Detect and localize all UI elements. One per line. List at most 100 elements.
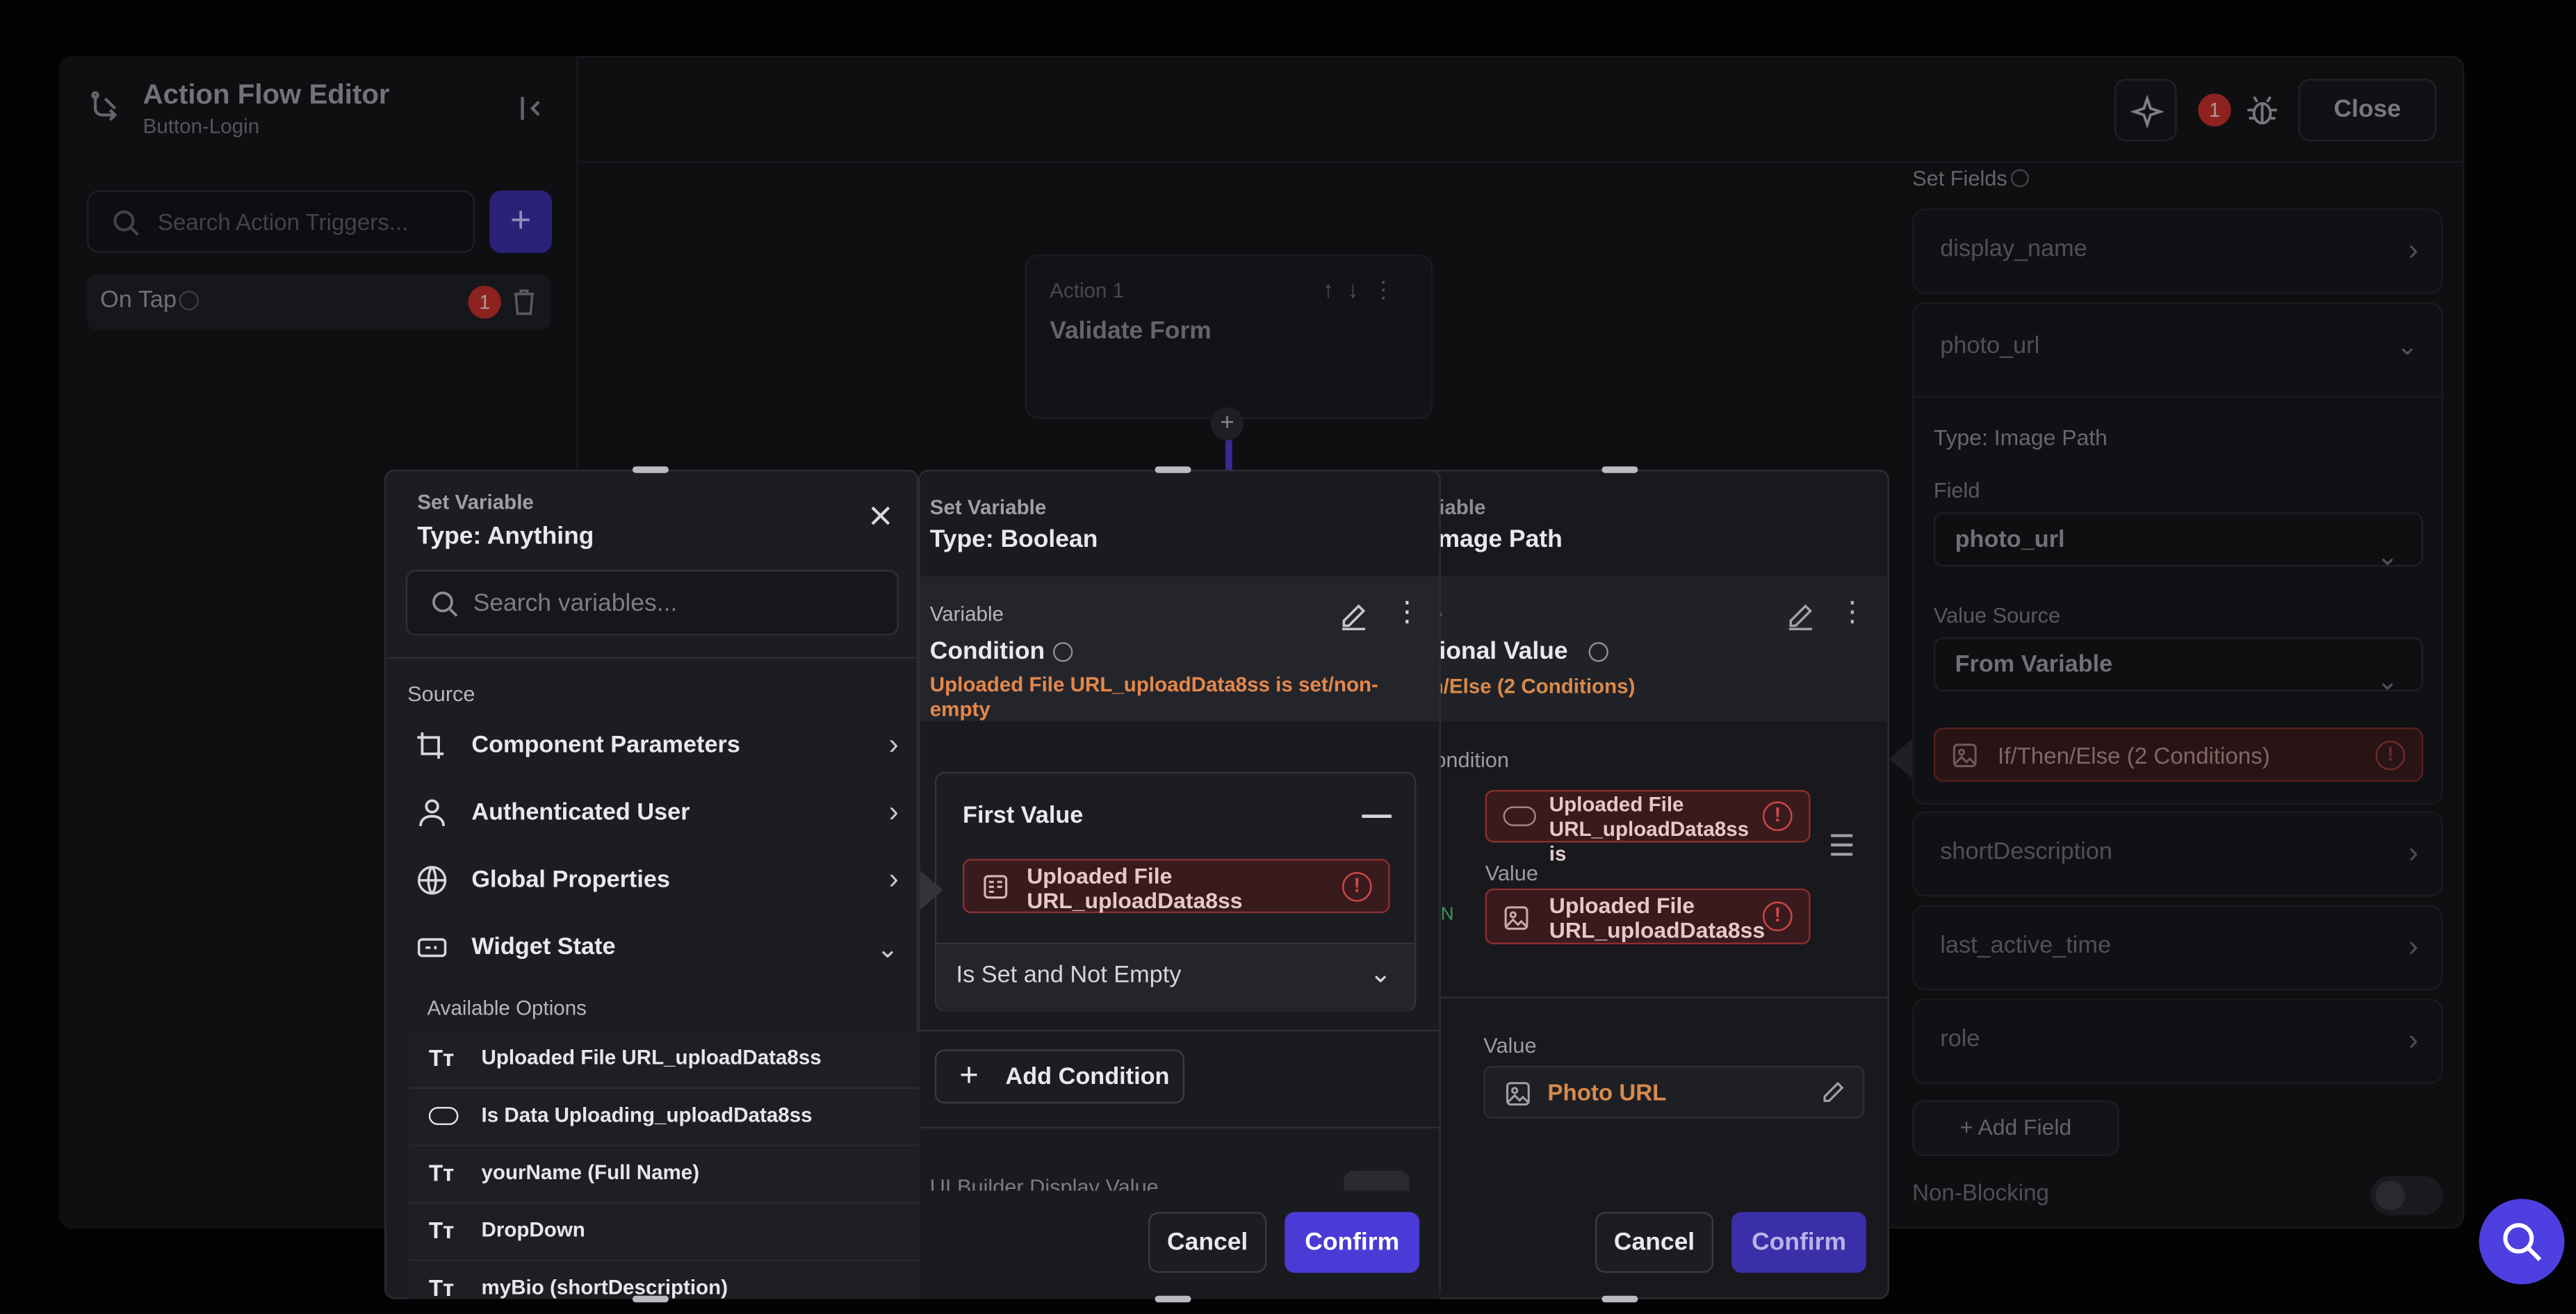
trigger-label: On Tap: [100, 287, 177, 314]
source-widget-state[interactable]: Widget State ⌄: [409, 926, 902, 976]
confirm-button[interactable]: Confirm: [1731, 1212, 1866, 1273]
option-my-bio[interactable]: Tт myBio (shortDescription): [409, 1261, 920, 1299]
cancel-button[interactable]: Cancel: [1595, 1212, 1714, 1273]
option-your-name[interactable]: Tт yourName (Full Name): [409, 1146, 920, 1204]
value-type-tag: N: [1440, 905, 1454, 925]
cancel-button[interactable]: Cancel: [1148, 1212, 1267, 1273]
set-variable-boolean-dialog: Set Variable Type: Boolean Variable Cond…: [918, 469, 1441, 1299]
operator-select[interactable]: Is Set and Not Empty ⌄: [936, 944, 1415, 1012]
option-uploaded-file-url[interactable]: Tт Uploaded File URL_uploadData8ss: [409, 1031, 920, 1090]
toggle-icon: [1503, 806, 1536, 826]
divider: [920, 1126, 1440, 1128]
toggle-icon: [428, 1106, 459, 1125]
resize-handle[interactable]: [1601, 1295, 1638, 1303]
issues-badge[interactable]: 1: [2198, 93, 2231, 126]
help-search-button[interactable]: [2479, 1199, 2565, 1285]
resize-handle[interactable]: [1601, 466, 1638, 473]
chevron-right-icon: ›: [2408, 836, 2419, 869]
resize-handle[interactable]: [1155, 466, 1191, 473]
first-value-chip[interactable]: Uploaded File URL_uploadData8ss !: [963, 859, 1390, 914]
flow-connector: [1225, 440, 1232, 473]
field-select-label: Field: [1933, 477, 1980, 503]
photo-url-value[interactable]: Photo URL: [1483, 1065, 1865, 1119]
collapse-icon[interactable]: [1362, 814, 1392, 819]
close-icon[interactable]: [867, 502, 894, 537]
toggle-knob: [2375, 1181, 2406, 1210]
field-select[interactable]: photo_url ⌄: [1933, 512, 2424, 571]
editor-title: Action Flow Editor: [142, 79, 390, 110]
add-condition-button[interactable]: + Add Condition: [934, 1049, 1185, 1104]
search-placeholder: Search variables...: [473, 589, 678, 618]
if-then-else-chip[interactable]: If/Then/Else (2 Conditions) !: [1933, 728, 2424, 782]
source-component-parameters[interactable]: Component Parameters ›: [409, 724, 902, 773]
value-label: Value: [1485, 860, 1538, 885]
field-panel-photo-url: photo_url ⌄ Type: Image Path Field photo…: [1912, 302, 2443, 805]
option-label: Uploaded File URL_uploadData8ss: [481, 1046, 822, 1069]
value-chip[interactable]: Uploaded File URL_uploadData8ss !: [1485, 888, 1811, 945]
edit-icon[interactable]: [1786, 601, 1816, 639]
action-card[interactable]: Action 1 Validate Form ↑↓⋮: [1025, 254, 1433, 419]
connector-arrow: [920, 870, 943, 910]
add-condition-label: Add Condition: [1005, 1064, 1170, 1091]
confirm-button[interactable]: Confirm: [1285, 1212, 1420, 1273]
bug-icon[interactable]: [2244, 92, 2281, 136]
resize-handle[interactable]: [632, 1295, 669, 1303]
source-global-properties[interactable]: Global Properties ›: [409, 859, 902, 908]
source-label-text: Authenticated User: [471, 800, 690, 826]
text-icon: Tт: [428, 1274, 455, 1299]
chevron-down-icon[interactable]: ⌄: [2396, 330, 2418, 363]
variable-desc: n/Else (2 Conditions): [1430, 675, 1636, 698]
variable-desc: Uploaded File URL_uploadData8ss is set/n…: [929, 673, 1378, 721]
resize-handle[interactable]: [1155, 1295, 1191, 1303]
close-button[interactable]: Close: [2298, 79, 2437, 142]
user-icon: [416, 796, 452, 832]
ui-display-toggle[interactable]: [1344, 1171, 1410, 1191]
plus-icon: +: [959, 1058, 979, 1094]
edit-icon[interactable]: [1820, 1079, 1847, 1114]
issue-badge: 1: [468, 286, 501, 319]
text-icon: Tт: [428, 1159, 455, 1186]
search-triggers-input[interactable]: Search Action Triggers...: [87, 190, 475, 253]
set-variable-anything-dialog: Set Variable Type: Anything Search varia…: [384, 469, 920, 1299]
action-controls[interactable]: ↑↓⋮: [1323, 276, 1408, 304]
chip-label: Uploaded File URL_uploadData8ss: [1549, 893, 1766, 943]
sparkle-icon: [2130, 94, 2165, 136]
field-select-value: photo_url: [1955, 527, 2065, 554]
more-icon[interactable]: ⋮: [1393, 596, 1421, 629]
set-fields-title: Set Fields: [1912, 165, 2007, 191]
trigger-item-on-tap[interactable]: On Tap 1: [87, 274, 551, 331]
field-row-short-description[interactable]: shortDescription ›: [1912, 811, 2443, 897]
option-dropdown[interactable]: Tт DropDown: [409, 1204, 920, 1262]
search-variables-input[interactable]: Search variables...: [405, 570, 899, 636]
add-field-button[interactable]: + Add Field: [1912, 1100, 2119, 1156]
add-trigger-button[interactable]: +: [489, 190, 553, 253]
field-row-role[interactable]: role ›: [1912, 999, 2443, 1084]
non-blocking-toggle[interactable]: [2370, 1176, 2443, 1215]
edit-icon[interactable]: [1339, 601, 1369, 639]
option-label: DropDown: [481, 1218, 585, 1242]
source-authenticated-user[interactable]: Authenticated User ›: [409, 791, 902, 841]
chevron-right-icon: ›: [888, 794, 899, 828]
ai-assist-button[interactable]: [2114, 79, 2177, 142]
value-source-select[interactable]: From Variable ⌄: [1933, 637, 2424, 696]
trash-icon[interactable]: [511, 288, 537, 325]
value-source-label: Value Source: [1933, 602, 2061, 627]
value-label: Value: [1483, 1033, 1537, 1058]
editor-subtitle: Button-Login: [142, 115, 260, 138]
photo-url-label: Photo URL: [1547, 1078, 1667, 1106]
header-divider: [578, 161, 2465, 163]
chevron-down-icon: ⌄: [2377, 543, 2399, 572]
more-icon[interactable]: ⋮: [1839, 596, 1866, 629]
drag-handle-icon[interactable]: ☰: [1829, 830, 1855, 864]
available-options-label: Available Options: [427, 996, 587, 1020]
variable-name: tional Value: [1430, 637, 1568, 666]
option-is-data-uploading[interactable]: Is Data Uploading_uploadData8ss: [409, 1089, 920, 1147]
field-label: shortDescription: [1940, 839, 2112, 866]
resize-handle[interactable]: [632, 466, 669, 473]
condition-chip[interactable]: Uploaded File URL_uploadData8ss is !: [1485, 789, 1811, 866]
chevron-right-icon: ›: [2408, 1023, 2419, 1056]
add-action-node[interactable]: +: [1210, 407, 1244, 441]
field-row-display-name[interactable]: display_name ›: [1912, 208, 2443, 295]
collapse-panel-icon[interactable]: [516, 92, 552, 128]
field-row-last-active-time[interactable]: last_active_time ›: [1912, 905, 2443, 991]
